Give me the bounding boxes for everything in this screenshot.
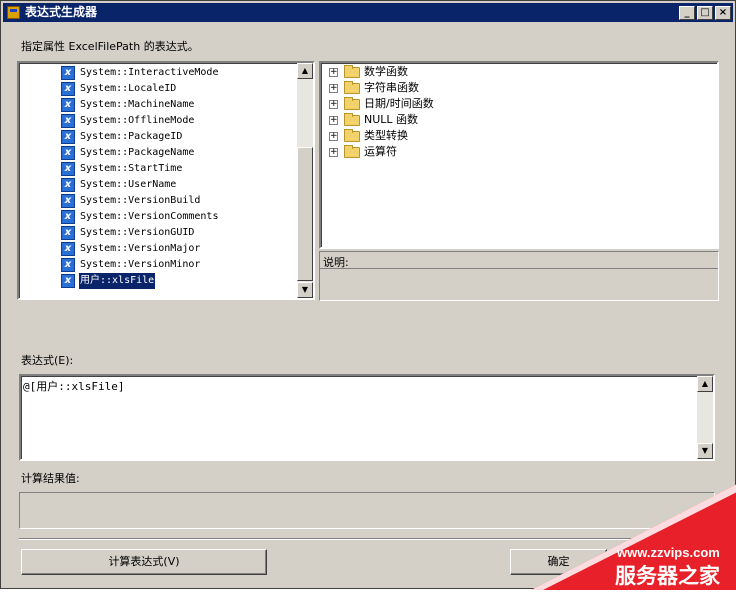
- variable-label: 用户::xlsFile: [77, 272, 157, 290]
- scroll-down-button[interactable]: ▼: [297, 282, 313, 298]
- function-category-label: 字符串函数: [364, 81, 419, 94]
- watermark-brand: 服务器之家: [615, 564, 720, 588]
- variable-label: System::PackageName: [80, 147, 195, 158]
- expand-icon[interactable]: +: [329, 100, 338, 109]
- variable-icon: x: [61, 130, 75, 144]
- function-category[interactable]: + 字符串函数: [321, 80, 711, 96]
- variable-icon: x: [61, 178, 75, 192]
- description-panel: 说明:: [319, 251, 719, 301]
- variable-icon: x: [61, 82, 75, 96]
- variable-icon: x: [61, 194, 75, 208]
- variable-label: System::OfflineMode: [80, 115, 195, 126]
- folder-icon: [344, 145, 360, 158]
- variable-label: System::VersionGUID: [80, 227, 195, 238]
- variable-label: System::StartTime: [80, 163, 183, 174]
- expression-label: 表达式(E):: [21, 354, 74, 367]
- folder-icon: [344, 97, 360, 110]
- window-title: 表达式生成器: [25, 5, 98, 19]
- instruction-text: 指定属性 ExcelFilePath 的表达式。: [21, 40, 199, 53]
- expand-icon[interactable]: +: [329, 116, 338, 125]
- variable-label: System::LocaleID: [80, 83, 177, 94]
- variable-icon: x: [61, 274, 75, 288]
- scroll-up-button[interactable]: ▲: [297, 63, 313, 79]
- variable-icon: x: [61, 210, 75, 224]
- expression-scroll-down[interactable]: ▼: [697, 443, 713, 459]
- minimize-button[interactable]: _: [679, 6, 695, 20]
- folder-icon: [344, 81, 360, 94]
- variable-label: System::VersionMajor: [80, 243, 201, 254]
- function-category-label: 日期/时间函数: [364, 97, 434, 110]
- watermark-url: www.zzvips.com: [617, 545, 720, 560]
- result-label: 计算结果值:: [21, 472, 80, 485]
- expand-icon[interactable]: +: [329, 84, 338, 93]
- folder-icon: [344, 129, 360, 142]
- variables-scrollbar[interactable]: ▲ ▼: [297, 63, 313, 298]
- expression-textbox[interactable]: @[用户::xlsFile] ▲ ▼: [19, 374, 715, 461]
- variable-icon: x: [61, 98, 75, 112]
- variable-label: System::InteractiveMode: [80, 67, 219, 78]
- function-category[interactable]: + NULL 函数: [321, 112, 711, 128]
- title-bar[interactable]: 表达式生成器 _ □ ×: [3, 3, 733, 22]
- variable-icon: x: [61, 114, 75, 128]
- variable-label: System::MachineName: [80, 99, 195, 110]
- variable-icon: x: [61, 258, 75, 272]
- expand-icon[interactable]: +: [329, 132, 338, 141]
- folder-icon: [344, 113, 360, 126]
- variable-icon: x: [61, 242, 75, 256]
- function-category-label: 类型转换: [364, 129, 408, 142]
- close-button[interactable]: ×: [715, 6, 731, 20]
- variable-icon: x: [61, 66, 75, 80]
- function-category[interactable]: + 运算符: [321, 144, 711, 160]
- maximize-button[interactable]: □: [697, 6, 713, 20]
- variable-label: System::PackageID: [80, 131, 183, 142]
- variable-label: System::VersionComments: [80, 211, 219, 222]
- folder-icon: [344, 65, 360, 78]
- functions-tree[interactable]: + 数学函数 + 字符串函数 + 日期/时间函数 + NULL 函数 + 类型转换 + 运算符: [319, 61, 719, 249]
- expression-builder-window: 表达式生成器 _ □ × 指定属性 ExcelFilePath 的表达式。 xS…: [0, 0, 736, 590]
- function-category[interactable]: + 日期/时间函数: [321, 96, 711, 112]
- app-icon: [7, 6, 20, 19]
- variable-label: System::VersionMinor: [80, 259, 201, 270]
- function-category-label: 运算符: [364, 145, 397, 158]
- expression-scroll-up[interactable]: ▲: [697, 376, 713, 392]
- expand-icon[interactable]: +: [329, 148, 338, 157]
- expression-value: @[用户::xlsFile]: [23, 380, 125, 393]
- variable-label: System::UserName: [80, 179, 177, 190]
- variable-icon: x: [61, 226, 75, 240]
- function-category[interactable]: + 类型转换: [321, 128, 711, 144]
- variable-icon: x: [61, 146, 75, 160]
- function-category[interactable]: + 数学函数: [321, 64, 711, 80]
- variable-icon: x: [61, 162, 75, 176]
- variable-label: System::VersionBuild: [80, 195, 201, 206]
- variables-tree[interactable]: x System::InteractiveMode x System::LocaleI…: [17, 61, 315, 300]
- expression-scrollbar[interactable]: ▲ ▼: [697, 376, 713, 459]
- function-category-label: NULL 函数: [364, 113, 419, 126]
- scroll-thumb[interactable]: [297, 147, 313, 281]
- expand-icon[interactable]: +: [329, 68, 338, 77]
- watermark: www.zzvips.com 服务器之家: [531, 484, 736, 590]
- evaluate-expression-button[interactable]: 计算表达式(V): [21, 549, 267, 575]
- function-category-label: 数学函数: [364, 65, 408, 78]
